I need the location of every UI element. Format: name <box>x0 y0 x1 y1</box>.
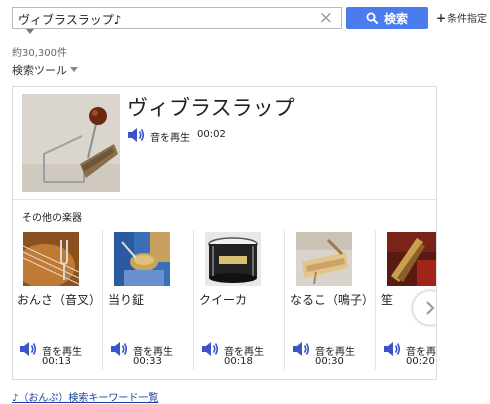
speaker-icon[interactable] <box>292 341 310 357</box>
search-input[interactable]: ヴィブラスラップ♪ × <box>12 7 342 29</box>
instrument-item[interactable]: クイーカ 音を再生 00:18 <box>195 230 283 376</box>
item-separator <box>102 230 103 370</box>
chevron-right-icon <box>426 301 435 315</box>
instrument-duration: 00:20 <box>406 356 435 367</box>
plus-icon: + <box>436 11 447 25</box>
instrument-item[interactable]: なるこ（鳴子） 音を再生 00:30 <box>286 230 374 376</box>
history-dropdown-icon[interactable] <box>26 29 34 34</box>
divider <box>13 199 436 200</box>
instrument-duration: 00:18 <box>224 356 253 367</box>
speaker-icon[interactable] <box>110 341 128 357</box>
sho-image[interactable] <box>387 232 436 286</box>
instrument-duration: 00:13 <box>42 356 71 367</box>
tuning-fork-image[interactable] <box>23 232 79 286</box>
item-separator <box>284 230 285 370</box>
search-icon <box>366 12 378 24</box>
instrument-duration: 00:30 <box>315 356 344 367</box>
item-separator <box>193 230 194 370</box>
vibraslap-image[interactable] <box>22 94 120 192</box>
sound-result-card: ヴィブラスラップ 音を再生 00:02 その他の楽器 おんさ（音叉） 音を再生 … <box>12 86 437 380</box>
close-icon[interactable]: × <box>319 8 333 29</box>
instrument-name[interactable]: クイーカ <box>199 293 279 307</box>
cuica-image[interactable] <box>205 232 261 286</box>
naruko-image[interactable] <box>296 232 352 286</box>
main-play-label[interactable]: 音を再生 <box>150 129 190 144</box>
search-query-text: ヴィブラスラップ♪ <box>18 13 122 27</box>
search-tools-label: 検索ツール <box>12 64 67 77</box>
instrument-item[interactable]: おんさ（音叉） 音を再生 00:13 <box>13 230 101 376</box>
instrument-name[interactable]: おんさ（音叉） <box>17 293 101 307</box>
main-duration: 00:02 <box>197 129 226 140</box>
result-count: 約30,300件 <box>12 48 67 59</box>
search-tools-button[interactable]: 検索ツール <box>12 62 78 78</box>
condition-label: 条件指定 <box>447 14 488 25</box>
search-button[interactable]: 検索 <box>346 7 428 29</box>
speaker-icon[interactable] <box>127 127 145 143</box>
keyword-list-link[interactable]: ♪（おんぷ）検索キーワード一覧 <box>12 389 158 404</box>
speaker-icon[interactable] <box>19 341 37 357</box>
search-button-label: 検索 <box>383 11 408 26</box>
instrument-duration: 00:33 <box>133 356 162 367</box>
chevron-down-icon <box>70 67 78 72</box>
other-instruments-label: その他の楽器 <box>22 213 82 224</box>
speaker-icon[interactable] <box>201 341 219 357</box>
instrument-name[interactable]: なるこ（鳴子） <box>290 293 374 307</box>
main-title: ヴィブラスラップ <box>127 96 295 120</box>
speaker-icon[interactable] <box>383 341 401 357</box>
item-separator <box>375 230 376 370</box>
atarigane-image[interactable] <box>114 232 170 286</box>
instrument-name[interactable]: 当り鉦 <box>108 293 188 307</box>
instrument-item[interactable]: 当り鉦 音を再生 00:33 <box>104 230 192 376</box>
condition-link[interactable]: +条件指定 <box>436 10 487 25</box>
